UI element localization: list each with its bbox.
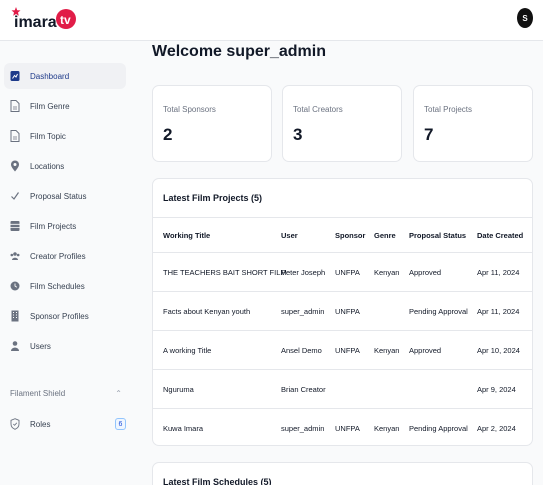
users-icon bbox=[10, 250, 20, 262]
cell-working-title: A working Title bbox=[163, 345, 212, 355]
stat-label: Total Projects bbox=[424, 105, 473, 114]
cell-user: Peter Joseph bbox=[281, 267, 326, 277]
column-header-date-created[interactable]: Date Created bbox=[477, 218, 523, 252]
sidebar-item-label: Film Projects bbox=[30, 221, 77, 231]
sidebar-item-proposal-status[interactable]: Proposal Status bbox=[4, 183, 126, 209]
user-avatar[interactable]: S bbox=[517, 8, 533, 28]
cell-working-title: Facts about Kenyan youth bbox=[163, 306, 251, 316]
cell-working-title: Kuwa Imara bbox=[163, 423, 204, 433]
stat-value: 7 bbox=[424, 125, 434, 144]
table-title: Latest Film Schedules (5) bbox=[163, 477, 272, 485]
cell-sponsor: UNFPA bbox=[335, 267, 360, 277]
check-icon bbox=[10, 190, 20, 202]
cell-sponsor: UNFPA bbox=[335, 345, 360, 355]
shield-icon bbox=[10, 418, 20, 430]
table-icon bbox=[10, 220, 20, 232]
chevron-up-icon[interactable]: ⌃ bbox=[115, 389, 122, 398]
sidebar: Dashboard Film Genre Film Topic Location… bbox=[0, 41, 132, 485]
cell-proposal-status: Approved bbox=[409, 267, 442, 277]
document-icon bbox=[10, 130, 20, 142]
sidebar-item-label: Dashboard bbox=[30, 71, 70, 81]
imara-tv-logo[interactable]: imara tv bbox=[11, 3, 77, 37]
latest-film-schedules-card: Latest Film Schedules (5) bbox=[152, 462, 533, 485]
stat-card-creators: Total Creators 3 bbox=[282, 85, 402, 162]
cell-user: super_admin bbox=[281, 306, 325, 316]
sidebar-item-label: Users bbox=[30, 341, 51, 351]
sidebar-group-filament-shield[interactable]: Filament Shield ⌃ bbox=[10, 389, 122, 398]
table-title: Latest Film Projects (5) bbox=[163, 193, 263, 203]
column-header-working-title[interactable]: Working Title bbox=[163, 218, 210, 252]
clock-icon bbox=[10, 280, 20, 292]
cell-date-created: Apr 11, 2024 bbox=[477, 267, 520, 277]
cell-working-title: Nguruma bbox=[163, 384, 194, 394]
table-row[interactable]: THE TEACHERS BAIT SHORT FILM Peter Josep… bbox=[153, 252, 532, 291]
sidebar-item-locations[interactable]: Locations bbox=[4, 153, 126, 179]
sidebar-item-film-schedules[interactable]: Film Schedules bbox=[4, 273, 126, 299]
film-projects-table: Working Title User Sponsor Genre Proposa… bbox=[153, 217, 532, 445]
cell-user: Ansel Demo bbox=[281, 345, 322, 355]
cell-genre: Kenyan bbox=[374, 423, 400, 433]
sidebar-item-sponsor-profiles[interactable]: Sponsor Profiles bbox=[4, 303, 126, 329]
table-row[interactable]: Nguruma Brian Creator Apr 9, 2024 bbox=[153, 369, 532, 408]
sidebar-item-film-projects[interactable]: Film Projects bbox=[4, 213, 126, 239]
sidebar-item-label: Film Schedules bbox=[30, 281, 85, 291]
latest-film-projects-card: Latest Film Projects (5) Working Title U… bbox=[152, 178, 533, 446]
roles-count-badge: 6 bbox=[115, 418, 126, 430]
page-title: Welcome super_admin bbox=[152, 43, 326, 60]
cell-user: Brian Creator bbox=[281, 384, 326, 394]
column-header-proposal-status[interactable]: Proposal Status bbox=[409, 218, 466, 252]
cell-working-title: THE TEACHERS BAIT SHORT FILM bbox=[163, 267, 287, 277]
svg-text:imara: imara bbox=[14, 14, 57, 31]
sidebar-item-roles[interactable]: Roles 6 bbox=[4, 411, 126, 437]
column-header-genre[interactable]: Genre bbox=[374, 218, 396, 252]
cell-date-created: Apr 11, 2024 bbox=[477, 306, 520, 316]
sidebar-item-label: Film Topic bbox=[30, 131, 66, 141]
user-icon bbox=[10, 340, 20, 352]
sidebar-item-label: Roles bbox=[30, 419, 51, 429]
sidebar-group-label: Filament Shield bbox=[10, 389, 66, 398]
document-icon bbox=[10, 100, 20, 112]
svg-text:tv: tv bbox=[60, 13, 71, 27]
table-row[interactable]: Kuwa Imara super_admin UNFPA Kenyan Pend… bbox=[153, 408, 532, 445]
cell-sponsor: UNFPA bbox=[335, 423, 360, 433]
stat-card-sponsors: Total Sponsors 2 bbox=[152, 85, 272, 162]
stat-value: 3 bbox=[293, 125, 303, 144]
column-header-user[interactable]: User bbox=[281, 218, 298, 252]
sidebar-item-film-genre[interactable]: Film Genre bbox=[4, 93, 126, 119]
cell-proposal-status: Pending Approval bbox=[409, 423, 468, 433]
sidebar-item-label: Sponsor Profiles bbox=[30, 311, 89, 321]
map-pin-icon bbox=[10, 160, 20, 172]
dashboard-icon bbox=[10, 70, 20, 82]
sidebar-item-film-topic[interactable]: Film Topic bbox=[4, 123, 126, 149]
table-row[interactable]: Facts about Kenyan youth super_admin UNF… bbox=[153, 291, 532, 330]
sidebar-item-creator-profiles[interactable]: Creator Profiles bbox=[4, 243, 126, 269]
stat-card-projects: Total Projects 7 bbox=[413, 85, 533, 162]
stat-value: 2 bbox=[163, 125, 173, 144]
cell-date-created: Apr 10, 2024 bbox=[477, 345, 520, 355]
column-header-sponsor[interactable]: Sponsor bbox=[335, 218, 365, 252]
sidebar-item-label: Film Genre bbox=[30, 101, 70, 111]
sidebar-item-label: Proposal Status bbox=[30, 191, 87, 201]
cell-sponsor: UNFPA bbox=[335, 306, 360, 316]
sidebar-item-label: Locations bbox=[30, 161, 65, 171]
stat-label: Total Creators bbox=[293, 105, 343, 114]
table-row[interactable]: A working Title Ansel Demo UNFPA Kenyan … bbox=[153, 330, 532, 369]
cell-date-created: Apr 9, 2024 bbox=[477, 384, 516, 394]
cell-date-created: Apr 2, 2024 bbox=[477, 423, 516, 433]
sidebar-item-users[interactable]: Users bbox=[4, 333, 126, 359]
cell-genre: Kenyan bbox=[374, 345, 400, 355]
building-icon bbox=[10, 310, 20, 322]
table-header-row: Working Title User Sponsor Genre Proposa… bbox=[153, 217, 532, 252]
top-bar: imara tv S bbox=[0, 0, 543, 41]
sidebar-item-dashboard[interactable]: Dashboard bbox=[4, 63, 126, 89]
cell-genre: Kenyan bbox=[374, 267, 400, 277]
cell-proposal-status: Pending Approval bbox=[409, 306, 468, 316]
cell-proposal-status: Approved bbox=[409, 345, 442, 355]
sidebar-item-label: Creator Profiles bbox=[30, 251, 86, 261]
cell-user: super_admin bbox=[281, 423, 325, 433]
stat-label: Total Sponsors bbox=[163, 105, 216, 114]
